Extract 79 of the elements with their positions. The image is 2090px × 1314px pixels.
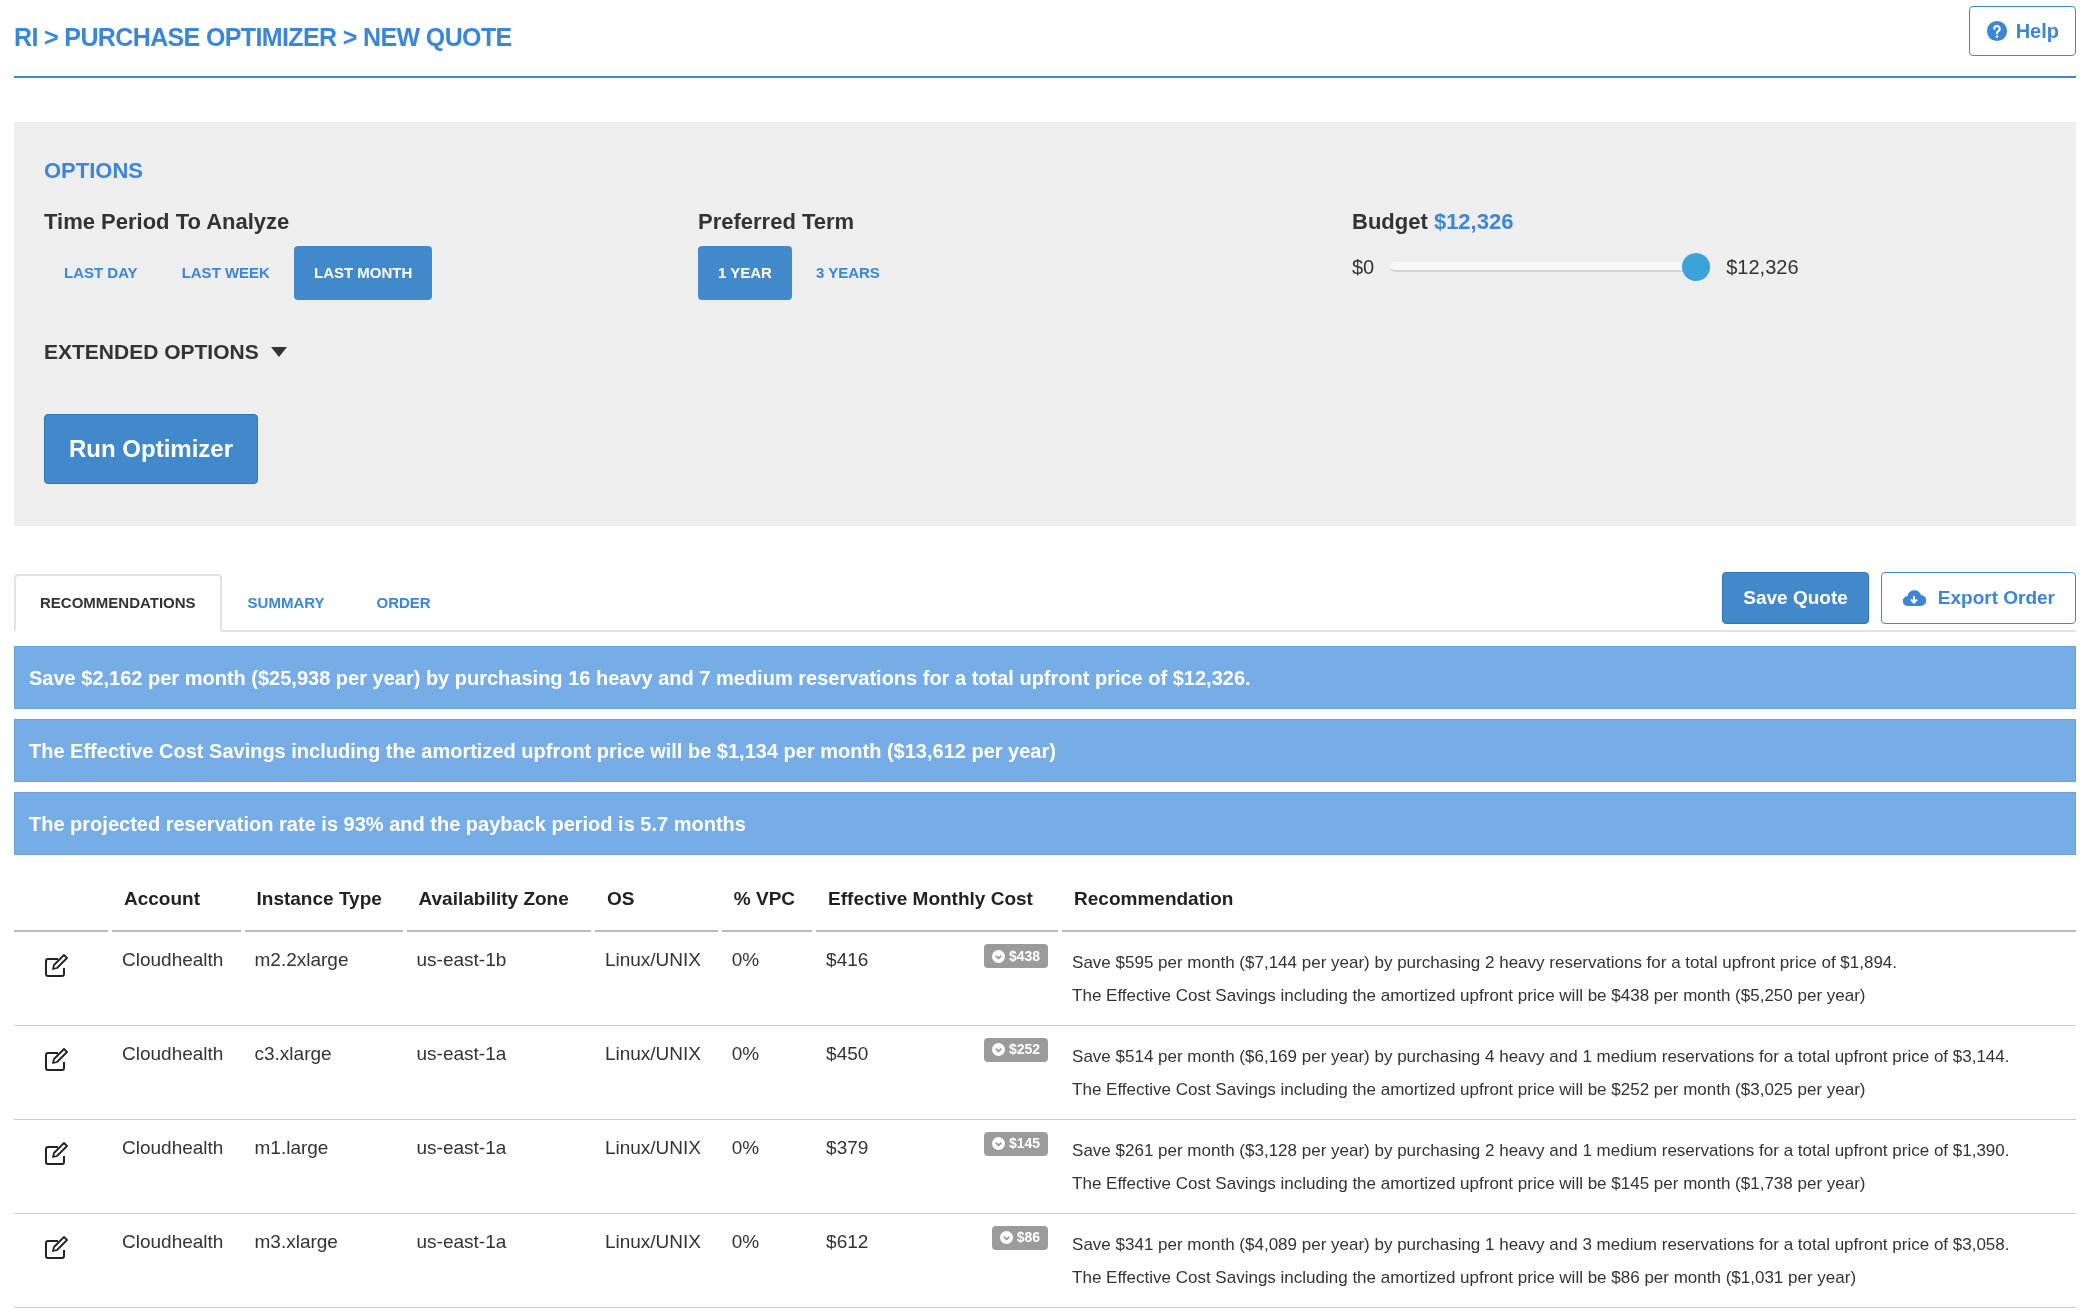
edit-icon[interactable] — [44, 1141, 70, 1166]
table-cell: Cloudhealth — [110, 931, 243, 1025]
chevron-down-icon — [991, 1043, 1005, 1056]
cloud-download-icon — [1901, 589, 1926, 607]
summary-banner: The Effective Cost Savings including the amortized upfront price will be $1,134 per month ($13,612 per year) — [14, 719, 2076, 782]
period-option[interactable]: LAST WEEK — [161, 246, 290, 300]
savings-badge: $438 — [983, 944, 1049, 968]
table-cell: m3.xlarge — [242, 1213, 405, 1307]
table-cell-text: $612 — [826, 1229, 869, 1254]
budget-max: $12,326 — [1726, 255, 1799, 280]
table-cell: 0% — [719, 1119, 815, 1213]
column-header: % VPC — [719, 869, 815, 931]
budget-slider[interactable] — [1390, 253, 1711, 281]
save-quote-button[interactable]: Save Quote — [1722, 572, 1869, 624]
recommendation-text: The Effective Cost Savings including the amortized upfront price will be $252 per month ($3,025 per year) — [1072, 1078, 1866, 1101]
column-header: Effective Monthly Cost — [814, 869, 1061, 931]
tab[interactable]: RECOMMENDATIONS — [14, 574, 222, 632]
table-cell: c3.xlarge — [242, 1025, 405, 1119]
recommendation-text: The Effective Cost Savings including the amortized upfront price will be $86 per month ($1,031 per year) — [1072, 1266, 1857, 1289]
column-header: OS — [592, 869, 720, 931]
recommendation-text: Save $261 per month ($3,128 per year) by purchasing 2 heavy and 1 medium reservations for a total upfront price of $1,390. — [1072, 1139, 2010, 1162]
table-cell: Linux/UNIX — [592, 931, 720, 1025]
column-header: Recommendation — [1060, 869, 2076, 931]
column-header: Account — [110, 869, 243, 931]
recommendation-text: Save $514 per month ($6,169 per year) by purchasing 4 heavy and 1 medium reservations for a total upfront price of $3,144. — [1072, 1045, 2010, 1068]
slider-thumb[interactable] — [1682, 253, 1711, 281]
chevron-down-icon — [999, 1231, 1013, 1244]
savings-badge: $145 — [983, 1131, 1049, 1156]
edit-icon[interactable] — [44, 1047, 70, 1072]
table-cell: Cloudhealth — [110, 1119, 243, 1213]
column-header: Availability Zone — [404, 869, 593, 931]
recommendation-text: The Effective Cost Savings including the amortized upfront price will be $145 per month ($1,738 per year) — [1072, 1172, 1866, 1195]
recommendation-text: Save $595 per month ($7,144 per year) by purchasing 2 heavy reservations for a total upfront price of $1,894. — [1072, 952, 1898, 974]
time-period-label: Time Period To Analyze — [44, 208, 290, 236]
tab[interactable]: ORDER — [350, 574, 457, 632]
table-cell: m2.2xlarge — [242, 931, 405, 1025]
budget-label: Budget $12,326 — [1352, 208, 1514, 236]
run-optimizer-button[interactable]: Run Optimizer — [44, 413, 258, 484]
column-header: Instance Type — [242, 869, 405, 931]
term-option[interactable]: 1 YEAR — [698, 246, 792, 300]
table-cell: Cloudhealth — [110, 1213, 243, 1307]
table-cell: us-east-1a — [404, 1025, 593, 1119]
tab[interactable]: SUMMARY — [221, 574, 351, 632]
edit-icon[interactable] — [44, 954, 70, 978]
table-cell: us-east-1a — [404, 1119, 593, 1213]
recommendation-text: Save $341 per month ($4,089 per year) by purchasing 1 heavy and 3 medium reservations for a total upfront price of $3,058. — [1072, 1233, 2010, 1256]
table-cell: us-east-1b — [404, 931, 593, 1025]
table-cell: m1.large — [242, 1119, 405, 1213]
budget-min: $0 — [1352, 255, 1375, 280]
table-cell: Linux/UNIX — [592, 1119, 720, 1213]
chevron-down-icon — [991, 1137, 1005, 1150]
recommendation-text: The Effective Cost Savings including the amortized upfront price will be $438 per month ($5,250 per year) — [1072, 985, 1866, 1007]
caret-icon — [270, 346, 287, 357]
table-cell: Linux/UNIX — [592, 1025, 720, 1119]
savings-badge: $252 — [983, 1037, 1049, 1062]
summary-banner: Save $2,162 per month ($25,938 per year) by purchasing 16 heavy and 7 medium reservations for a total upfront price of $12,326. — [14, 646, 2076, 709]
table-cell: us-east-1a — [404, 1213, 593, 1307]
export-order-button[interactable]: Export Order — [1880, 572, 2076, 624]
table-cell: 0% — [719, 931, 815, 1025]
help-icon — [1985, 20, 2008, 42]
help-button[interactable]: Help — [1968, 6, 2076, 56]
period-option[interactable]: LAST DAY — [44, 246, 158, 300]
chevron-down-icon — [991, 949, 1005, 963]
table-cell-text: $379 — [826, 1135, 869, 1160]
breadcrumb: RI > PURCHASE OPTIMIZER > NEW QUOTE — [14, 22, 512, 54]
options-title: OPTIONS — [44, 157, 143, 185]
edit-icon[interactable] — [44, 1235, 70, 1260]
extended-options-toggle[interactable]: EXTENDED OPTIONS — [44, 336, 287, 368]
term-option[interactable]: 3 YEARS — [795, 246, 900, 300]
summary-banner: The projected reservation rate is 93% and the payback period is 5.7 months — [14, 792, 2076, 855]
table-cell: 0% — [719, 1025, 815, 1119]
savings-badge: $86 — [991, 1225, 1049, 1250]
period-option[interactable]: LAST MONTH — [293, 246, 433, 300]
table-cell: Linux/UNIX — [592, 1213, 720, 1307]
table-cell-text: $450 — [826, 1041, 869, 1066]
table-cell: 0% — [719, 1213, 815, 1307]
table-cell: Cloudhealth — [110, 1025, 243, 1119]
preferred-term-label: Preferred Term — [698, 208, 855, 236]
table-cell-text: $416 — [826, 948, 869, 972]
